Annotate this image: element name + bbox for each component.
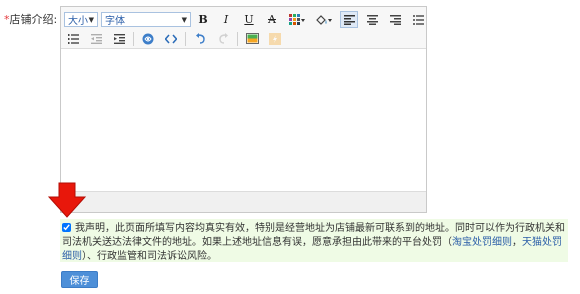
undo-button[interactable] xyxy=(191,30,209,47)
flash-icon xyxy=(269,32,281,45)
toolbar-divider xyxy=(237,31,238,46)
bullet-list-icon xyxy=(412,14,424,25)
italic-button[interactable]: I xyxy=(217,11,235,28)
editor-toolbar: 大小 ▼ 字体 ▼ B I U A xyxy=(61,7,426,49)
indent-icon xyxy=(113,33,125,44)
indent-button[interactable] xyxy=(110,30,128,47)
toolbar-divider xyxy=(133,31,134,46)
table-button[interactable] xyxy=(286,11,308,28)
save-button[interactable]: 保存 xyxy=(61,271,98,288)
declaration-text-end: ）、行政监管和司法诉讼风险。 xyxy=(82,251,217,262)
outdent-button[interactable] xyxy=(87,30,105,47)
align-right-icon xyxy=(389,14,401,25)
fill-color-button[interactable] xyxy=(313,11,335,28)
store-intro-label-text: 店铺介绍: xyxy=(9,13,58,26)
ordered-list-icon xyxy=(67,33,79,44)
code-icon xyxy=(165,34,177,43)
bullet-list-button[interactable] xyxy=(409,11,427,28)
insert-image-button[interactable] xyxy=(243,30,261,47)
undo-icon xyxy=(195,33,205,44)
redo-button[interactable] xyxy=(214,30,232,47)
table-icon xyxy=(289,13,305,25)
underline-button[interactable]: U xyxy=(240,11,258,28)
red-down-arrow-icon xyxy=(47,182,87,221)
link-icon xyxy=(142,33,154,44)
taobao-penalty-rules-link[interactable]: 淘宝处罚细则 xyxy=(452,237,512,248)
editor-content-area[interactable] xyxy=(61,49,426,192)
declaration-box: 我声明，此页面所填写内容均真实有效，特别是经营地址为店铺最新可联系到的地址。同时… xyxy=(60,219,568,262)
toolbar-divider xyxy=(185,31,186,46)
link-separator: ， xyxy=(512,237,522,248)
paint-bucket-icon xyxy=(316,14,332,25)
align-left-icon xyxy=(343,14,355,25)
link-button[interactable] xyxy=(139,30,157,47)
rich-text-editor: 大小 ▼ 字体 ▼ B I U A xyxy=(60,6,427,213)
declaration-checkbox[interactable] xyxy=(62,223,71,232)
font-size-value: 大小 xyxy=(68,16,88,27)
editor-resize-bar[interactable] xyxy=(61,191,426,212)
align-left-button[interactable] xyxy=(340,11,358,28)
insert-flash-button[interactable] xyxy=(266,30,284,47)
ordered-list-button[interactable] xyxy=(64,30,82,47)
store-intro-label: *店铺介绍: xyxy=(4,11,57,27)
redo-icon xyxy=(218,33,228,44)
chevron-down-icon: ▼ xyxy=(88,15,94,24)
font-size-select[interactable]: 大小 ▼ xyxy=(64,12,98,27)
code-button[interactable] xyxy=(162,30,180,47)
strikethrough-button[interactable]: A xyxy=(263,11,281,28)
align-center-icon xyxy=(366,14,378,25)
align-right-button[interactable] xyxy=(386,11,404,28)
bold-button[interactable]: B xyxy=(194,11,212,28)
font-family-value: 字体 xyxy=(105,16,125,27)
image-icon xyxy=(245,33,259,44)
chevron-down-icon: ▼ xyxy=(181,15,187,24)
align-center-button[interactable] xyxy=(363,11,381,28)
font-family-select[interactable]: 字体 ▼ xyxy=(101,12,191,27)
outdent-icon xyxy=(90,33,102,44)
